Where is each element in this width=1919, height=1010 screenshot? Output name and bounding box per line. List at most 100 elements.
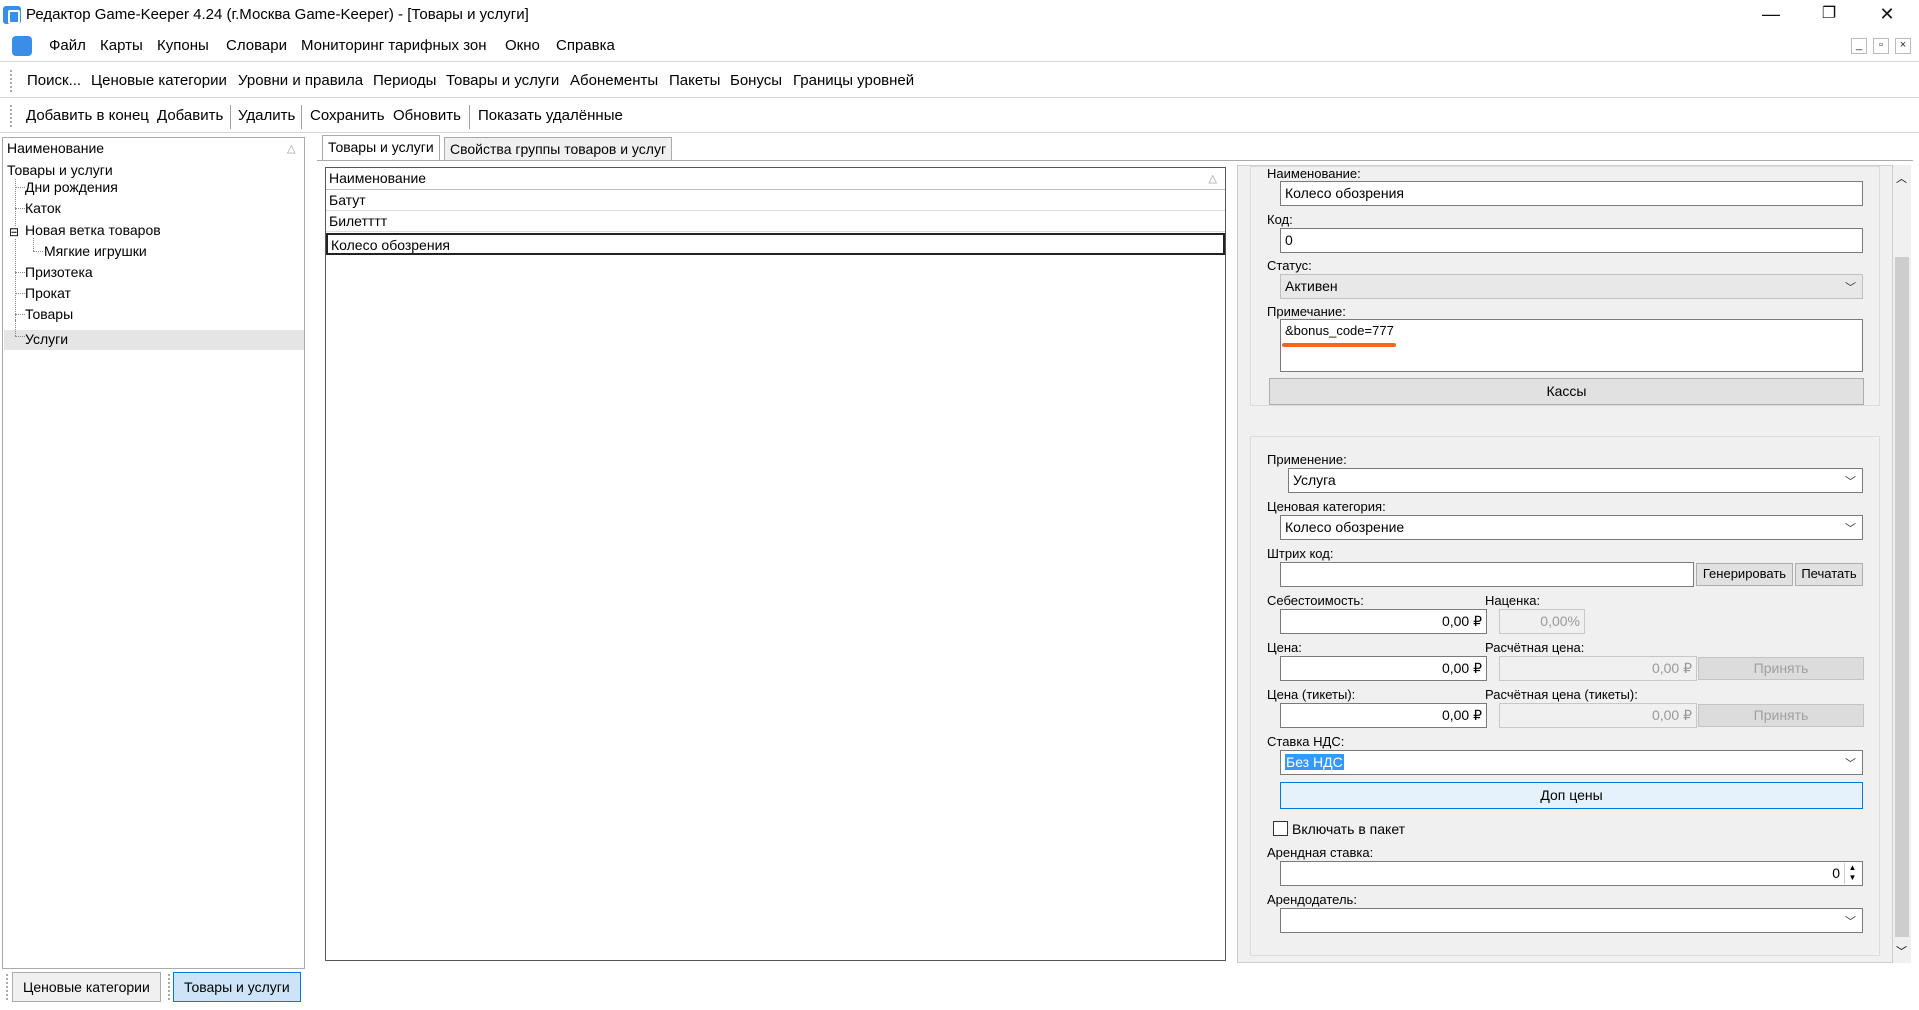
title-bar: Редактор Game-Keeper 4.24 (г.Москва Game… xyxy=(0,0,1919,30)
maximize-button[interactable]: ❐ xyxy=(1800,0,1858,30)
code-field[interactable]: 0 xyxy=(1280,228,1863,253)
tree-line xyxy=(15,272,25,273)
minimize-button[interactable]: — xyxy=(1742,0,1800,30)
tabbar-grip[interactable] xyxy=(6,974,8,1000)
add-button[interactable]: Добавить xyxy=(157,107,223,124)
cost-label: Себестоимость: xyxy=(1267,593,1364,608)
tree-line xyxy=(33,251,43,252)
markup-label: Наценка: xyxy=(1485,593,1541,608)
status-select[interactable]: Активен ﹀ xyxy=(1280,274,1863,299)
nav-subscriptions[interactable]: Абонементы xyxy=(570,72,658,89)
accept-price-button[interactable]: Принять xyxy=(1698,657,1864,680)
show-deleted-button[interactable]: Показать удалённые xyxy=(478,107,623,124)
name-label: Наименование: xyxy=(1267,166,1361,181)
nav-periods[interactable]: Периоды xyxy=(373,72,436,89)
tree-item-services[interactable]: Услуги xyxy=(25,331,68,347)
mdi-minimize-button[interactable]: _ xyxy=(1851,38,1867,54)
rent-rate-label: Арендная ставка: xyxy=(1267,845,1374,860)
tab-group-properties[interactable]: Свойства группы товаров и услуг xyxy=(444,137,673,161)
nav-bonuses[interactable]: Бонусы xyxy=(730,72,782,89)
include-package-label[interactable]: Включать в пакет xyxy=(1292,821,1405,837)
price-category-select[interactable]: Колесо обозрение ﹀ xyxy=(1280,515,1863,540)
category-tree[interactable]: Наименование △ Товары и услуги Дни рожде… xyxy=(2,137,305,969)
menu-monitoring[interactable]: Мониторинг тарифных зон xyxy=(301,37,487,54)
stepper[interactable]: ▲ ▼ xyxy=(1844,863,1860,884)
scroll-up-icon[interactable]: ︿ xyxy=(1896,170,1907,186)
mdi-close-button[interactable]: × xyxy=(1895,38,1911,54)
application-select[interactable]: Услуга ﹀ xyxy=(1288,468,1863,493)
menu-cards[interactable]: Карты xyxy=(100,37,143,54)
nav-price-categories[interactable]: Ценовые категории xyxy=(91,72,227,89)
accept-ticket-price-button[interactable]: Принять xyxy=(1698,704,1864,727)
menu-dictionaries[interactable]: Словари xyxy=(226,37,287,54)
barcode-label: Штрих код: xyxy=(1267,546,1334,561)
delete-button[interactable]: Удалить xyxy=(238,107,295,124)
tree-item-rental[interactable]: Прокат xyxy=(25,285,71,301)
menu-coupons[interactable]: Купоны xyxy=(157,37,209,54)
tree-line xyxy=(15,314,25,315)
name-field[interactable]: Колесо обозрения xyxy=(1280,181,1863,206)
barcode-field[interactable] xyxy=(1280,562,1694,587)
vat-label: Ставка НДС: xyxy=(1267,734,1345,749)
vat-select[interactable]: Без НДС ﹀ xyxy=(1280,750,1863,775)
toolbar-separator xyxy=(301,105,302,129)
table-row[interactable]: Билетттт xyxy=(326,211,1225,232)
goods-grid[interactable]: Наименование △ Батут Билетттт Колесо обо… xyxy=(325,167,1226,961)
tree-item-birthdays[interactable]: Дни рождения xyxy=(25,179,118,195)
tree-item-new-branch[interactable]: Новая ветка товаров xyxy=(25,222,161,238)
nav-goods-services[interactable]: Товары и услуги xyxy=(446,72,559,89)
window-tab-goods-services[interactable]: Товары и услуги xyxy=(173,972,301,1002)
toolbar-grip[interactable] xyxy=(10,70,12,92)
tree-item-goods[interactable]: Товары xyxy=(25,306,73,322)
tree-item-prize-library[interactable]: Призотека xyxy=(25,264,93,280)
add-to-end-button[interactable]: Добавить в конец xyxy=(26,107,149,124)
code-label: Код: xyxy=(1267,212,1293,227)
nav-level-boundaries[interactable]: Границы уровней xyxy=(793,72,914,89)
toolbar-separator xyxy=(469,105,470,129)
scroll-down-icon[interactable]: ﹀ xyxy=(1896,943,1907,959)
price-field[interactable]: 0,00 ₽ xyxy=(1280,656,1487,681)
sort-icon: △ xyxy=(1208,173,1217,185)
include-package-checkbox[interactable] xyxy=(1273,821,1288,836)
print-button[interactable]: Печатать xyxy=(1795,563,1863,586)
vat-value: Без НДС xyxy=(1285,754,1344,770)
cost-field[interactable]: 0,00 ₽ xyxy=(1280,609,1487,634)
menu-window[interactable]: Окно xyxy=(505,37,540,54)
nav-search[interactable]: Поиск... xyxy=(27,72,81,89)
note-value: &bonus_code=777 xyxy=(1285,323,1394,338)
tree-line xyxy=(15,208,25,209)
tree-header[interactable]: Наименование xyxy=(7,140,104,156)
tab-goods-services[interactable]: Товары и услуги xyxy=(322,135,440,161)
grid-header[interactable]: Наименование △ xyxy=(326,168,1225,190)
properties-scrollbar[interactable]: ︿ ﹀ xyxy=(1893,165,1911,963)
menu-file[interactable]: Файл xyxy=(49,37,86,54)
collapse-icon[interactable]: ⊟ xyxy=(9,226,20,238)
row-name: Колесо обозрения xyxy=(331,237,450,253)
rent-rate-field[interactable]: 0 xyxy=(1280,861,1863,886)
mdi-restore-button[interactable]: ▫ xyxy=(1873,38,1889,54)
nav-levels-rules[interactable]: Уровни и правила xyxy=(238,72,363,89)
kassy-button[interactable]: Кассы xyxy=(1269,378,1864,405)
toolbar-separator xyxy=(230,105,231,129)
tabbar-grip xyxy=(168,974,170,1000)
tree-item-rink[interactable]: Каток xyxy=(25,200,61,216)
down-arrow-icon[interactable]: ▼ xyxy=(1845,873,1860,883)
tree-root[interactable]: Товары и услуги xyxy=(7,162,113,178)
nav-packages[interactable]: Пакеты xyxy=(669,72,720,89)
menu-help[interactable]: Справка xyxy=(556,37,615,54)
window-tab-price-categories[interactable]: Ценовые категории xyxy=(12,972,161,1002)
tree-item-soft-toys[interactable]: Мягкие игрушки xyxy=(44,243,147,259)
table-row[interactable]: Батут xyxy=(326,190,1225,211)
toolbar-grip[interactable] xyxy=(10,105,12,127)
up-arrow-icon[interactable]: ▲ xyxy=(1845,863,1860,873)
ticket-price-field[interactable]: 0,00 ₽ xyxy=(1280,703,1487,728)
extra-prices-button[interactable]: Доп цены xyxy=(1280,782,1863,809)
window-tabbar: Ценовые категории Товары и услуги xyxy=(0,970,1919,1010)
close-button[interactable]: ✕ xyxy=(1858,0,1916,30)
generate-button[interactable]: Генерировать xyxy=(1696,563,1793,586)
refresh-button[interactable]: Обновить xyxy=(393,107,461,124)
save-button[interactable]: Сохранить xyxy=(310,107,385,124)
scroll-thumb[interactable] xyxy=(1895,257,1909,937)
table-row-selected[interactable]: Колесо обозрения xyxy=(326,233,1225,255)
landlord-select[interactable]: ﹀ xyxy=(1280,908,1863,933)
